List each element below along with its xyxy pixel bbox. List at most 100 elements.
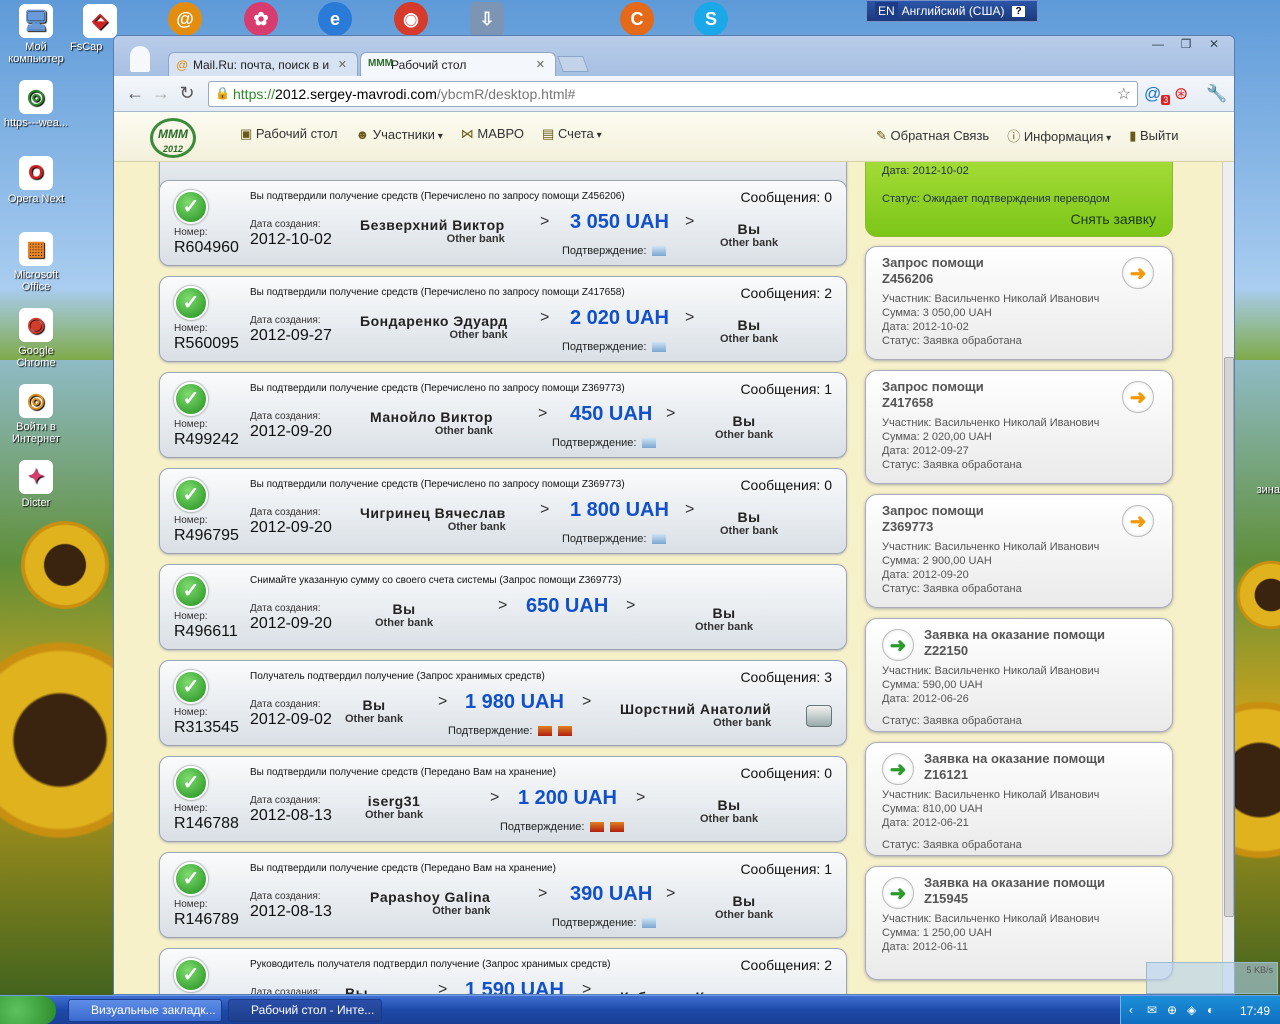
to-name: Вы <box>712 605 736 621</box>
menu-item-accounts[interactable]: ▤ Счета ▾ <box>542 126 602 142</box>
address-bar[interactable]: 🔒 https:// 2012.sergey-mavrodi.com /ybcm… <box>208 81 1138 107</box>
printer-icon[interactable] <box>806 705 832 727</box>
menu-item-info[interactable]: ⓘ Информация ▾ <box>1007 126 1111 145</box>
orange-arrow-icon[interactable]: ➜ <box>1122 257 1154 289</box>
transaction-card[interactable]: ✓Номер:Руководитель получателя подтверди… <box>159 948 847 994</box>
menu-item-exit[interactable]: ▮ Выйти <box>1129 128 1178 144</box>
orange-arrow-icon[interactable]: ➜ <box>1122 381 1154 413</box>
to-bank: Other bank <box>713 717 772 729</box>
request-participant-label: Участник: <box>882 417 932 429</box>
messages-count[interactable]: Сообщения: 0 <box>740 765 832 781</box>
scrollbar-thumb[interactable] <box>1224 357 1234 917</box>
network-icon[interactable]: ⇩ <box>470 2 504 36</box>
transaction-card[interactable]: ✓ Номер: R146789 Вы подтвердили получение с… <box>159 852 847 938</box>
skype-icon[interactable]: S <box>694 2 728 36</box>
green-arrow-icon[interactable]: ➜ <box>882 753 914 785</box>
wrench-icon[interactable]: 🔧 <box>1206 84 1227 104</box>
request-card[interactable]: ➜ Запрос помощи Z456206 Участник: Васильчен… <box>865 246 1173 360</box>
confirmation-image-icon[interactable] <box>652 342 667 353</box>
tray-mail-icon[interactable]: ✉ <box>1147 1003 1157 1017</box>
menu-item-feedback[interactable]: ✎ Обратная Связь <box>876 128 989 144</box>
request-card[interactable]: ➜ Заявка на оказание помощи Z16121 Участник… <box>865 742 1173 856</box>
maximize-icon[interactable]: ❐ <box>1174 36 1198 54</box>
tray-shield-icon[interactable]: ◈ <box>1187 1003 1196 1017</box>
taskbar-button-bookmarks[interactable]: Визуальные закладк... <box>68 999 222 1022</box>
transaction-card[interactable]: ✓ Номер: R496795 Вы подтвердили получение с… <box>159 468 847 554</box>
tab-desktop[interactable]: МММ Рабочий стол ✕ <box>360 52 556 76</box>
desktop-icon[interactable]: ◎ Войти в Интернет <box>0 384 76 445</box>
confirmation-image-icon[interactable] <box>538 726 553 737</box>
lifebuoy-extension-icon[interactable]: ⊛ <box>1174 84 1188 104</box>
desktop-icon[interactable]: 🖥 Мой компьютер <box>0 4 76 65</box>
desktop-icon[interactable]: O Opera Next <box>0 156 76 205</box>
tab-close-icon[interactable]: ✕ <box>338 58 347 71</box>
transaction-card[interactable]: ✓ Номер: R560095 Вы подтвердили получение с… <box>159 276 847 362</box>
confirmation-image-icon[interactable] <box>642 438 657 449</box>
menu-item-mavro[interactable]: ⋈ МАВРО <box>461 126 524 142</box>
messages-count[interactable]: Сообщения: 0 <box>740 189 832 205</box>
minimize-icon[interactable]: — <box>1146 36 1170 54</box>
mail-agent-icon[interactable]: @ <box>168 2 202 36</box>
language-bar[interactable]: EN Английский (США) ? <box>866 0 1038 22</box>
transaction-card[interactable]: ✓ Номер: R499242 Вы подтвердили получение с… <box>159 372 847 458</box>
request-card[interactable]: ➜ Заявка на оказание помощи Z15945 Участник… <box>865 866 1173 980</box>
picasa-icon[interactable]: ✿ <box>244 2 278 36</box>
confirmation-image-icon[interactable] <box>642 918 657 929</box>
menu-item-desktop[interactable]: ▣ Рабочий стол <box>240 126 338 142</box>
orange-arrow-icon[interactable]: ➜ <box>1122 505 1154 537</box>
check-icon: ✓ <box>174 574 208 608</box>
from-name: Вы <box>362 697 386 713</box>
close-icon[interactable]: ✕ <box>1202 36 1226 54</box>
request-sum-label: Сумма: <box>882 803 920 815</box>
start-button[interactable] <box>0 996 56 1024</box>
green-arrow-icon[interactable]: ➜ <box>882 877 914 909</box>
profile-icon[interactable] <box>130 46 150 72</box>
tray-network-icon[interactable]: ⊕ <box>1167 1003 1177 1017</box>
request-card[interactable]: ➜ Запрос помощи Z369773 Участник: Васильчен… <box>865 494 1173 608</box>
messages-count[interactable]: Сообщения: 2 <box>740 285 832 301</box>
internet-explorer-icon[interactable]: e <box>318 2 352 36</box>
mail-extension-icon[interactable]: @3 <box>1144 84 1171 106</box>
bookmark-star-icon[interactable]: ☆ <box>1117 84 1131 104</box>
cancel-request-link[interactable]: Снять заявку <box>1070 211 1156 227</box>
confirmation-image-icon[interactable] <box>610 822 625 833</box>
messages-count[interactable]: Сообщения: 2 <box>740 957 832 973</box>
tab-mailru[interactable]: @ Mail.Ru: почта, поиск в инте ✕ <box>168 52 358 76</box>
confirmation-image-icon[interactable] <box>558 726 573 737</box>
tab-close-icon[interactable]: ✕ <box>536 58 545 71</box>
desktop-icon[interactable]: ◎ https---wea... <box>0 80 76 129</box>
messages-count[interactable]: Сообщения: 1 <box>740 381 832 397</box>
messages-count[interactable]: Сообщения: 0 <box>740 477 832 493</box>
request-card[interactable]: ➜ Запрос помощи Z417658 Участник: Васильчен… <box>865 370 1173 484</box>
desktop-icon[interactable]: ▦ Microsoft Office <box>0 232 76 293</box>
confirmation-image-icon[interactable] <box>652 534 667 545</box>
back-icon[interactable]: ← <box>122 83 148 104</box>
messages-count[interactable]: Сообщения: 1 <box>740 861 832 877</box>
menu-item-people[interactable]: ☻ Участники ▾ <box>356 127 443 142</box>
desktop-icon[interactable]: ✦ Dicter <box>0 460 76 509</box>
help-icon[interactable]: ? <box>1012 5 1025 17</box>
forward-icon[interactable]: → <box>148 83 174 104</box>
ccleaner-icon[interactable]: C <box>620 2 654 36</box>
mmm-logo[interactable]: МММ 2012 <box>150 118 196 158</box>
taskbar-button-desktop[interactable]: Рабочий стол - Инте... <box>228 999 382 1022</box>
confirmation-image-icon[interactable] <box>590 822 605 833</box>
messages-count[interactable]: Сообщения: 3 <box>740 669 832 685</box>
chrome-icon[interactable]: ◉ <box>394 2 428 36</box>
tray-arrow-icon[interactable]: ‹ <box>1129 1003 1133 1017</box>
desktop-app-icon: ◎ <box>19 384 53 418</box>
confirmation-image-icon[interactable] <box>652 246 667 257</box>
transaction-card[interactable]: ✓ Номер: R146788 Вы подтвердили получение с… <box>159 756 847 842</box>
new-tab-button[interactable] <box>557 56 589 72</box>
request-card[interactable]: ➜ Заявка на оказание помощи Z22150 Участник… <box>865 618 1173 732</box>
page-scrollbar[interactable] <box>1222 162 1234 994</box>
tray-app-icon[interactable]: ◐ <box>1207 1003 1214 1017</box>
request-status-value: Заявка обработана <box>922 335 1022 347</box>
desktop-icon[interactable]: ◉ Google Chrome <box>0 308 76 369</box>
transaction-card[interactable]: ✓ Номер: R313545 Получатель подтвердил полу… <box>159 660 847 746</box>
transaction-card[interactable]: ✓ Номер: R496611 Снимайте указанную сумму с… <box>159 564 847 650</box>
reload-icon[interactable]: ↻ <box>174 83 200 104</box>
transaction-card[interactable]: ✓ Номер: R604960 Вы подтвердили получение с… <box>159 180 847 266</box>
arrow-icon: > <box>685 501 695 518</box>
green-arrow-icon[interactable]: ➜ <box>882 629 914 661</box>
